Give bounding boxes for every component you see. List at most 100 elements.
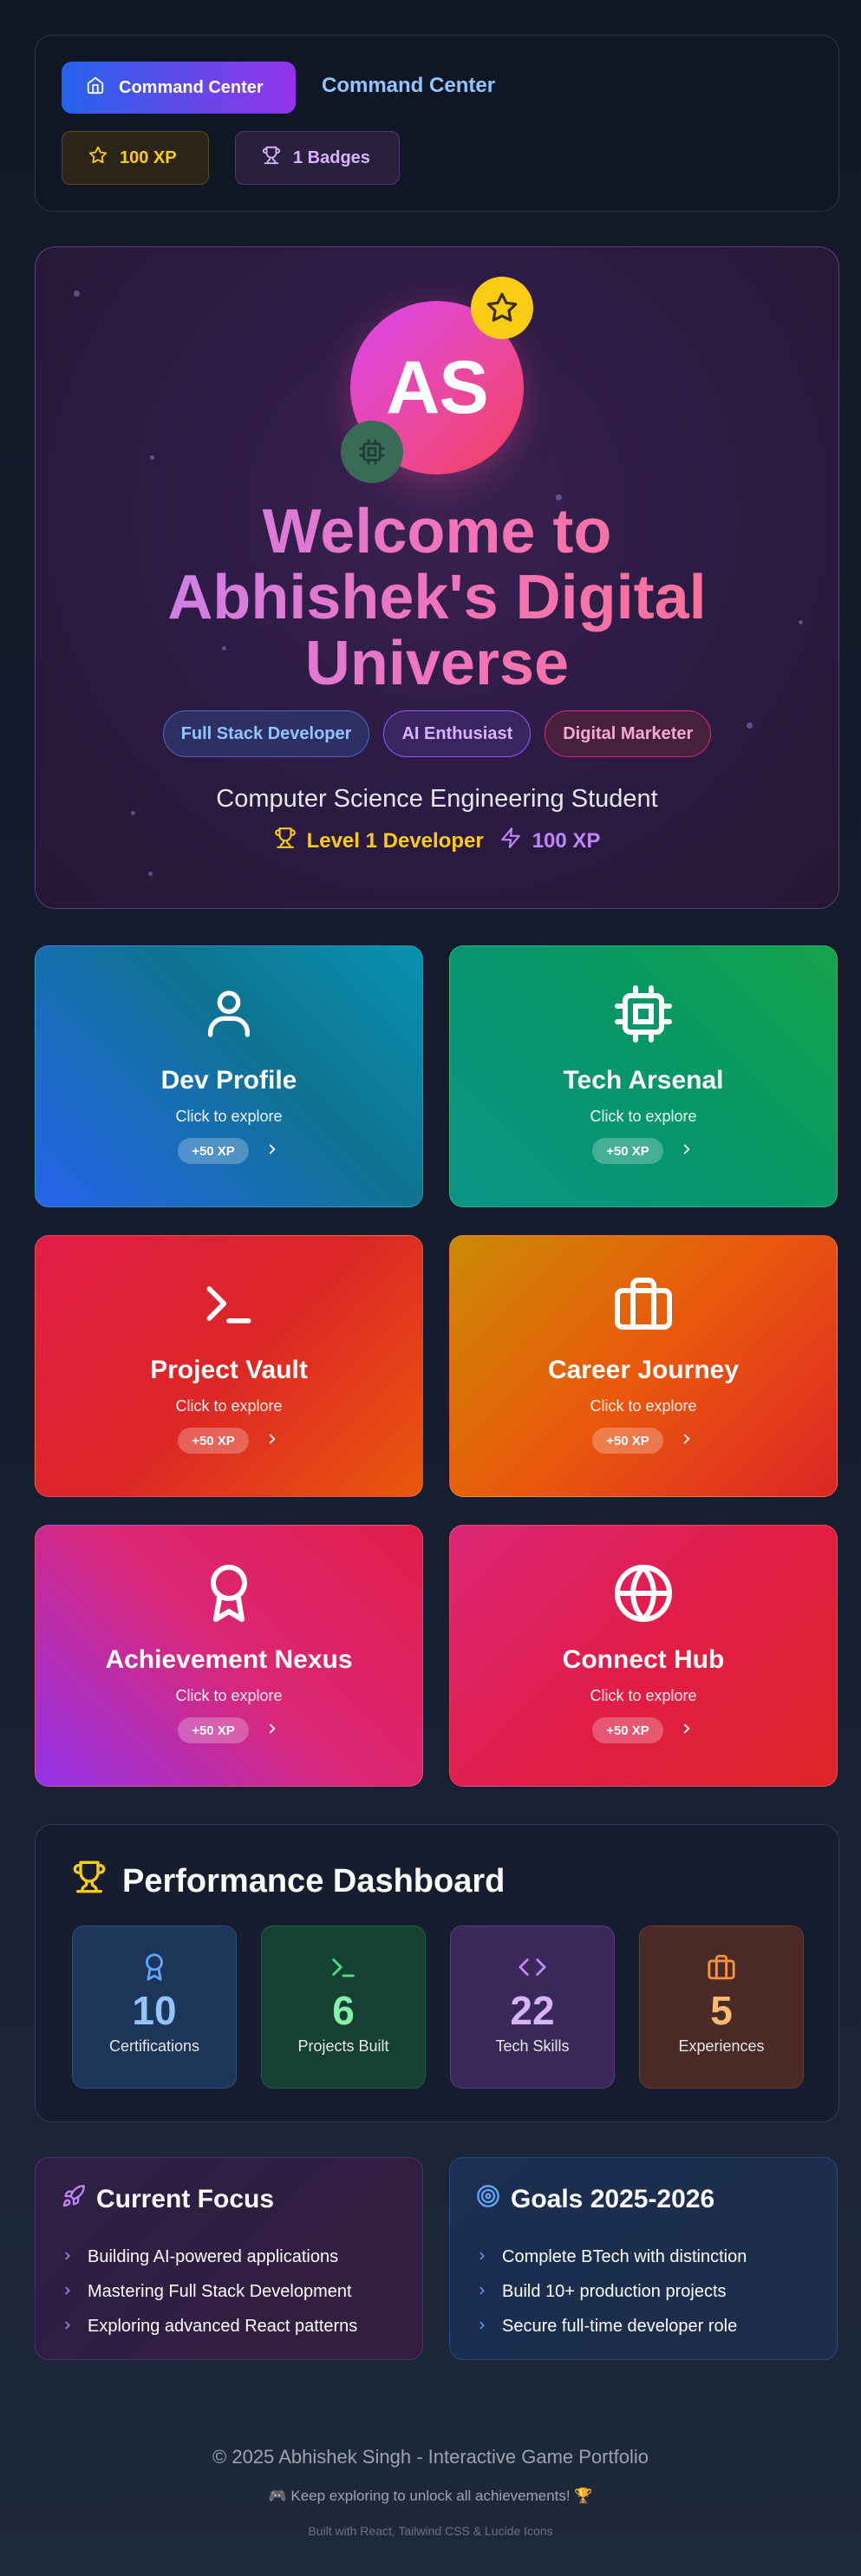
globe-icon — [612, 1562, 675, 1625]
card-xp-badge: +50 XP — [592, 1717, 663, 1743]
list-item-text: Complete BTech with distinction — [502, 2246, 747, 2266]
card-footer: +50 XP — [592, 1428, 695, 1454]
card-tech-arsenal[interactable]: Tech Arsenal Click to explore +50 XP — [449, 945, 838, 1207]
badges-chip-label: 1 Badges — [293, 147, 370, 167]
terminal-icon — [329, 1952, 358, 1982]
card-title: Career Journey — [547, 1356, 740, 1384]
role-tags: Full Stack Developer AI Enthusiast Digit… — [36, 710, 838, 757]
sparkle-dot — [148, 872, 153, 876]
card-footer: +50 XP — [592, 1138, 695, 1164]
stat-value: 10 — [132, 1988, 177, 2033]
code-icon — [518, 1952, 547, 1982]
chevron-right-icon — [264, 1141, 280, 1161]
chevron-right-icon — [679, 1721, 695, 1741]
list-item-text: Exploring advanced React patterns — [88, 2316, 358, 2336]
star-badge-icon — [471, 277, 533, 339]
stat-label: Tech Skills — [495, 2037, 570, 2055]
trophy-icon — [262, 146, 281, 170]
card-subtitle: Click to explore — [590, 1108, 697, 1125]
sparkle-dot — [150, 455, 154, 460]
card-subtitle: Click to explore — [590, 1687, 697, 1704]
list-item: Complete BTech with distinction — [476, 2239, 747, 2274]
card-dev-profile[interactable]: Dev Profile Click to explore +50 XP — [35, 945, 423, 1207]
trophy-icon — [72, 1860, 107, 1903]
user-icon — [201, 983, 257, 1045]
chevron-right-icon — [62, 2282, 74, 2302]
role-tag-fullstack: Full Stack Developer — [162, 710, 370, 757]
card-title: Achievement Nexus — [105, 1645, 353, 1674]
award-icon — [198, 1562, 260, 1625]
current-focus-heading: Current Focus — [62, 2184, 274, 2215]
chevron-right-icon — [679, 1431, 695, 1451]
hero-section: AS Welcome to Abhishek's Digital Univers… — [35, 246, 839, 909]
card-subtitle: Click to explore — [175, 1397, 283, 1415]
level-label: Level 1 Developer — [306, 828, 484, 853]
stat-card-tech-skills: 22 Tech Skills — [450, 1925, 615, 2089]
chevron-right-icon — [62, 2317, 74, 2337]
hero-xp-label: 100 XP — [532, 828, 601, 853]
role-tag-ai: AI Enthusiast — [383, 710, 532, 757]
card-career-journey[interactable]: Career Journey Click to explore +50 XP — [449, 1235, 838, 1497]
card-project-vault[interactable]: Project Vault Click to explore +50 XP — [35, 1235, 423, 1497]
header-title: Command Center — [322, 74, 496, 97]
hero-subtitle: Computer Science Engineering Student — [216, 785, 658, 813]
goals-panel: Goals 2025-2026 Complete BTech with dist… — [449, 2157, 838, 2360]
card-xp-badge: +50 XP — [592, 1138, 663, 1164]
card-title: Connect Hub — [562, 1645, 725, 1674]
command-center-button[interactable]: Command Center — [62, 62, 296, 114]
performance-title: Performance Dashboard — [122, 1862, 506, 1899]
list-item-text: Build 10+ production projects — [502, 2281, 727, 2301]
chevron-right-icon — [476, 2282, 488, 2302]
command-center-button-label: Command Center — [119, 77, 264, 97]
current-focus-panel: Current Focus Building AI-powered applic… — [35, 2157, 423, 2360]
card-subtitle: Click to explore — [175, 1108, 283, 1125]
card-achievement-nexus[interactable]: Achievement Nexus Click to explore +50 X… — [35, 1525, 423, 1787]
home-icon — [86, 75, 105, 100]
current-focus-list: Building AI-powered applications Masteri… — [62, 2239, 357, 2344]
list-item: Mastering Full Stack Development — [62, 2274, 357, 2309]
list-item: Exploring advanced React patterns — [62, 2309, 357, 2344]
card-footer: +50 XP — [178, 1717, 280, 1743]
list-item-text: Building AI-powered applications — [88, 2246, 339, 2266]
card-footer: +50 XP — [178, 1138, 280, 1164]
stat-card-projects: 6 Projects Built — [261, 1925, 426, 2089]
footer-tagline: 🎮 Keep exploring to unlock all achieveme… — [268, 2488, 593, 2504]
welcome-heading: Welcome to Abhishek's Digital Universe — [36, 499, 838, 696]
card-subtitle: Click to explore — [590, 1397, 697, 1415]
list-item-text: Secure full-time developer role — [502, 2316, 738, 2336]
level-row: Level 1 Developer 100 XP — [36, 827, 838, 855]
footer-copyright: © 2025 Abhishek Singh - Interactive Game… — [212, 2446, 649, 2468]
role-tag-marketer: Digital Marketer — [545, 710, 712, 757]
stat-value: 22 — [510, 1988, 555, 2033]
card-xp-badge: +50 XP — [178, 1428, 249, 1454]
terminal-icon — [199, 1272, 258, 1335]
list-item: Secure full-time developer role — [476, 2309, 747, 2344]
sparkle-dot — [74, 291, 80, 297]
goals-list: Complete BTech with distinction Build 10… — [476, 2239, 747, 2344]
chevron-right-icon — [264, 1431, 280, 1451]
chevron-right-icon — [264, 1721, 280, 1741]
star-icon — [88, 146, 108, 170]
list-item-text: Mastering Full Stack Development — [88, 2281, 352, 2301]
list-item: Building AI-powered applications — [62, 2239, 357, 2274]
welcome-line-1: Welcome to — [262, 497, 612, 566]
rocket-icon — [62, 2184, 86, 2215]
cpu-badge-icon — [341, 421, 403, 483]
xp-chip: 100 XP — [62, 131, 209, 185]
card-connect-hub[interactable]: Connect Hub Click to explore +50 XP — [449, 1525, 838, 1787]
current-focus-title: Current Focus — [96, 2185, 275, 2213]
footer-built-with: Built with React, Tailwind CSS & Lucide … — [308, 2524, 553, 2538]
stat-card-certifications: 10 Certifications — [72, 1925, 237, 2089]
header-panel: Command Center Command Center 100 XP 1 B… — [35, 35, 839, 212]
goals-heading: Goals 2025-2026 — [476, 2184, 714, 2215]
card-title: Dev Profile — [160, 1066, 297, 1095]
footer: © 2025 Abhishek Singh - Interactive Game… — [0, 2446, 861, 2538]
goals-title: Goals 2025-2026 — [511, 2185, 715, 2213]
card-title: Project Vault — [150, 1356, 308, 1384]
card-title: Tech Arsenal — [563, 1066, 724, 1095]
card-footer: +50 XP — [178, 1428, 280, 1454]
stat-label: Projects Built — [297, 2037, 389, 2055]
briefcase-icon — [707, 1952, 736, 1982]
chevron-right-icon — [476, 2317, 488, 2337]
award-icon — [140, 1952, 169, 1982]
